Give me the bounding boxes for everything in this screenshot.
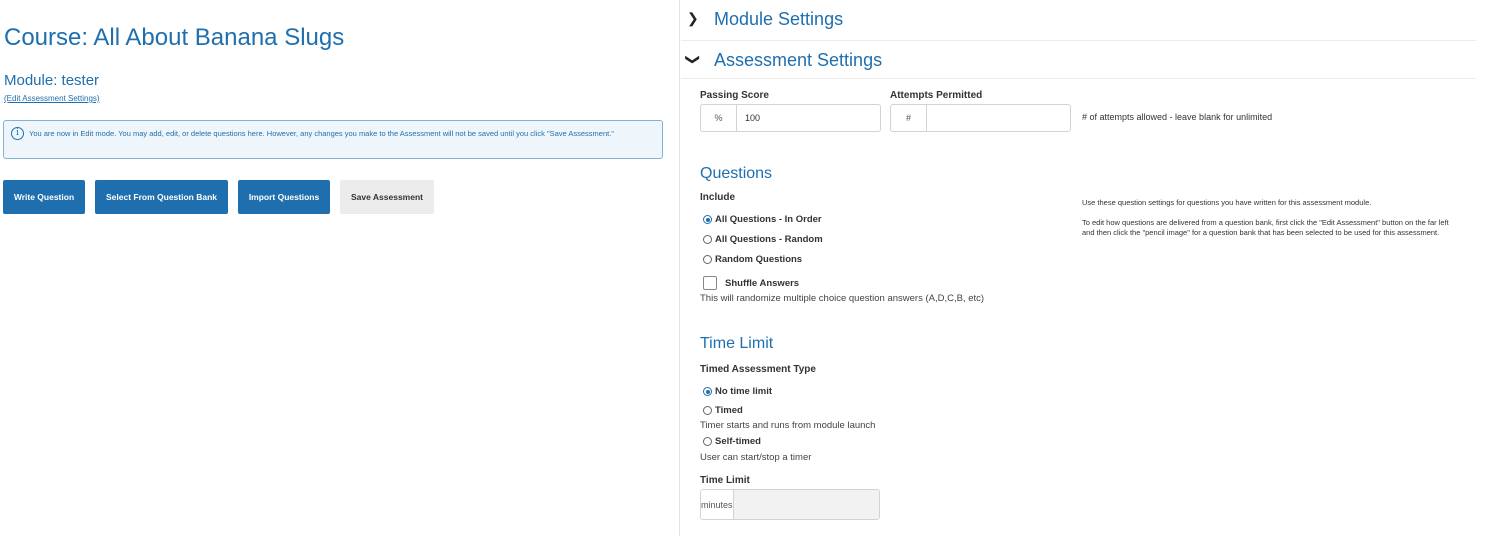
- passing-score-input[interactable]: [737, 105, 880, 131]
- info-circle-icon: i: [11, 127, 24, 140]
- radio-timed[interactable]: Timed: [703, 405, 743, 416]
- self-timed-help-text: User can start/stop a timer: [700, 452, 812, 463]
- radio-self-timed[interactable]: Self-timed: [703, 436, 761, 447]
- radio-no-time-limit[interactable]: No time limit: [703, 386, 772, 397]
- passing-score-label: Passing Score: [700, 90, 769, 101]
- radio-label: Self-timed: [715, 436, 761, 447]
- module-settings-accordion[interactable]: ❯ Module Settings: [681, 0, 1476, 41]
- radio-icon: [703, 437, 712, 446]
- include-label: Include: [700, 192, 736, 203]
- passing-score-field: %: [700, 104, 881, 132]
- assessment-settings-title: Assessment Settings: [714, 50, 883, 70]
- attempts-help-text: # of attempts allowed - leave blank for …: [1082, 112, 1273, 122]
- radio-label: All Questions - Random: [715, 234, 823, 245]
- checkbox-icon: [703, 276, 717, 290]
- attempts-permitted-input[interactable]: [927, 105, 1070, 131]
- radio-label: Timed: [715, 405, 743, 416]
- timed-assessment-type-label: Timed Assessment Type: [700, 364, 816, 375]
- attempts-permitted-field: #: [890, 104, 1071, 132]
- assessment-settings-accordion[interactable]: ❯ Assessment Settings: [681, 41, 1476, 79]
- radio-checked-icon: [703, 215, 712, 224]
- edit-mode-info-text: You are now in Edit mode. You may add, e…: [29, 129, 614, 138]
- chevron-right-icon: ❯: [687, 10, 699, 26]
- radio-checked-icon: [703, 387, 712, 396]
- shuffle-help-text: This will randomize multiple choice ques…: [700, 293, 985, 304]
- radio-label: All Questions - In Order: [715, 214, 822, 225]
- radio-icon: [703, 255, 712, 264]
- module-settings-title: Module Settings: [714, 9, 844, 29]
- save-assessment-button[interactable]: Save Assessment: [340, 180, 434, 214]
- questions-heading: Questions: [700, 165, 773, 182]
- time-limit-input[interactable]: [733, 490, 879, 519]
- percent-addon: %: [701, 105, 737, 131]
- minutes-addon: minutes: [701, 490, 734, 519]
- radio-random-questions[interactable]: Random Questions: [703, 254, 802, 265]
- radio-label: No time limit: [715, 386, 773, 397]
- edit-assessment-settings-link[interactable]: (Edit Assessment Settings): [4, 94, 100, 103]
- settings-panel: ❯ Module Settings ❯ Assessment Settings …: [681, 0, 1493, 536]
- shuffle-answers-label: Shuffle Answers: [725, 277, 800, 289]
- timed-help-text: Timer starts and runs from module launch: [700, 420, 876, 431]
- chevron-down-icon: ❯: [685, 53, 702, 66]
- question-bank-note: To edit how questions are delivered from…: [1082, 218, 1449, 237]
- question-settings-note: Use these question settings for question…: [1082, 198, 1372, 207]
- radio-label: Random Questions: [715, 254, 803, 265]
- select-from-question-bank-button[interactable]: Select From Question Bank: [95, 180, 228, 214]
- import-questions-button[interactable]: Import Questions: [238, 180, 330, 214]
- course-title: Course: All About Banana Slugs: [4, 24, 345, 51]
- hash-addon: #: [891, 105, 927, 131]
- assessment-editor-panel: Course: All About Banana Slugs Module: t…: [0, 0, 680, 536]
- write-question-button[interactable]: Write Question: [3, 180, 85, 214]
- radio-all-questions-in-order[interactable]: All Questions - In Order: [703, 214, 822, 225]
- time-limit-label: Time Limit: [700, 475, 750, 486]
- shuffle-answers-checkbox[interactable]: Shuffle Answers: [703, 276, 799, 290]
- radio-icon: [703, 406, 712, 415]
- module-title: Module: tester: [4, 72, 100, 89]
- attempts-permitted-label: Attempts Permitted: [890, 90, 983, 101]
- time-limit-heading: Time Limit: [700, 335, 774, 352]
- edit-mode-info-alert: i You are now in Edit mode. You may add,…: [3, 120, 663, 159]
- time-limit-field: minutes: [700, 489, 880, 520]
- radio-all-questions-random[interactable]: All Questions - Random: [703, 234, 823, 245]
- radio-icon: [703, 235, 712, 244]
